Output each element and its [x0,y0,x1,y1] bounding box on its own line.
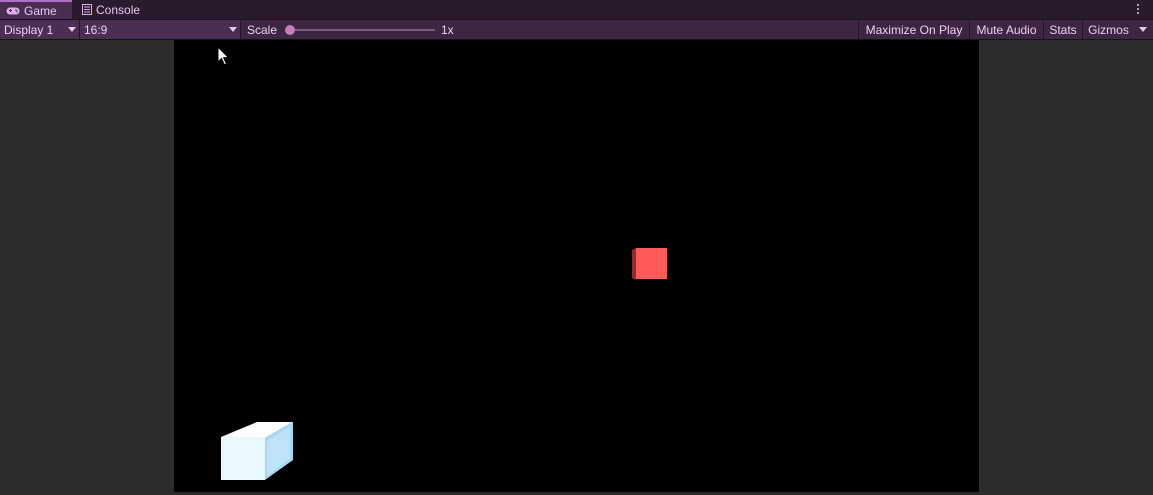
aspect-label: 16:9 [84,22,108,37]
display-label: Display 1 [4,22,54,37]
gizmos-dropdown[interactable] [1134,20,1153,39]
gizmos-button[interactable]: Gizmos [1083,20,1134,39]
tab-game[interactable]: Game [0,0,72,19]
ice-block [221,422,295,485]
tab-strip: Game Console [0,0,1153,20]
console-icon [82,4,92,15]
more-options-icon[interactable] [1131,2,1145,16]
mouse-cursor-icon [217,45,230,70]
chevron-down-icon [68,27,76,32]
gamepad-icon [6,6,20,16]
scale-value: 1x [441,22,454,37]
scale-slider-track[interactable] [287,29,435,31]
tab-console-label: Console [96,2,141,17]
display-dropdown[interactable]: Display 1 [0,20,79,39]
game-window: Game Console Display 1 16:9 Scale 1x Max… [0,0,1153,495]
game-viewport[interactable] [174,40,979,492]
stats-button[interactable]: Stats [1044,20,1082,39]
game-toolbar: Display 1 16:9 Scale 1x Maximize On Play… [0,20,1153,40]
scale-label: Scale [247,22,278,37]
maximize-on-play-button[interactable]: Maximize On Play [859,20,969,39]
scale-slider-thumb[interactable] [285,25,295,35]
mute-audio-button[interactable]: Mute Audio [970,20,1043,39]
tab-console[interactable]: Console [76,0,156,19]
aspect-dropdown[interactable]: 16:9 [80,20,240,39]
divider [240,20,241,39]
chevron-down-icon [229,27,237,32]
chevron-down-icon [1139,27,1147,32]
tab-game-label: Game [24,3,57,18]
red-cube [632,248,668,283]
